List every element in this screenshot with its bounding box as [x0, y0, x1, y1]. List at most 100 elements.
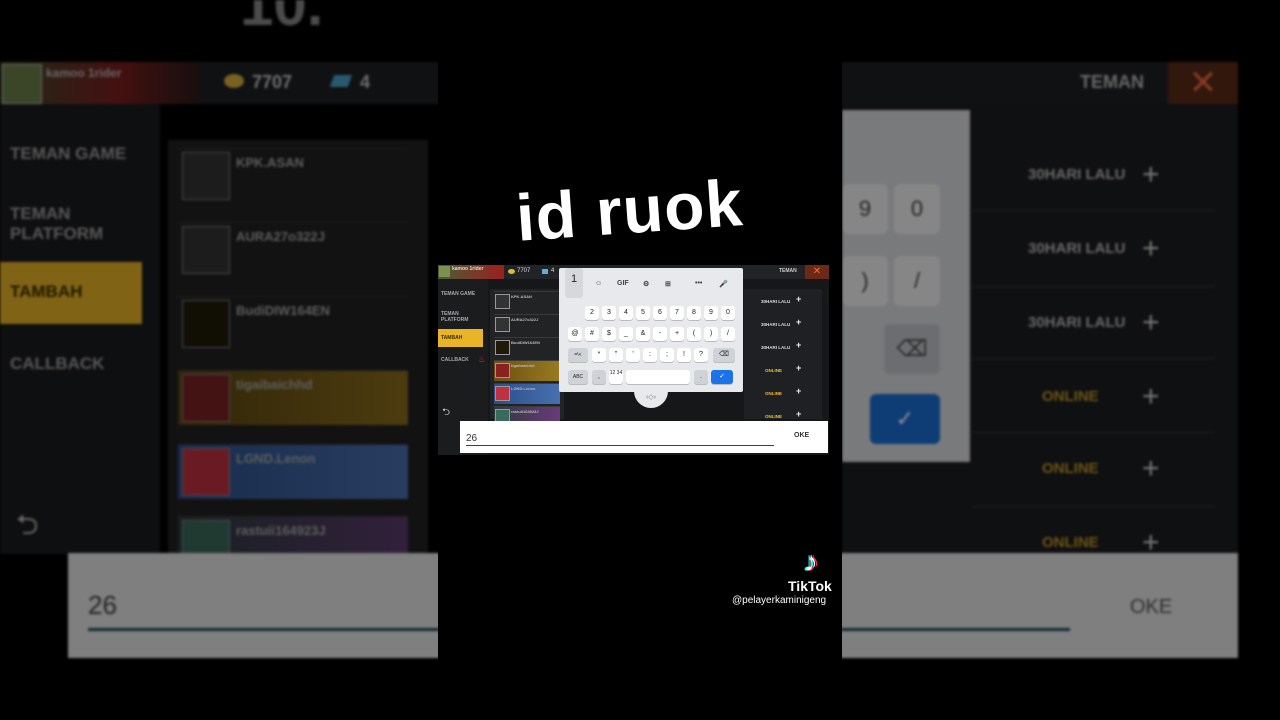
key-8[interactable]: 8	[687, 306, 701, 320]
bg-input-value: 26	[88, 590, 117, 620]
add-friend-button[interactable]: +	[796, 386, 801, 396]
key-5[interactable]: 5	[636, 306, 650, 320]
bg-friend-row: AURA27o322J	[178, 222, 408, 277]
gear-icon[interactable]: ⚙	[643, 280, 649, 288]
enter-check-icon[interactable]: ✓	[711, 370, 733, 384]
friend-status-panel	[744, 289, 822, 419]
bg-close-icon: ✕	[1168, 62, 1238, 104]
fire-icon: ♨	[478, 355, 486, 364]
key-numpad[interactable]: 12 34	[609, 370, 623, 384]
friend-avatar	[495, 363, 510, 378]
bg-friend-avatar	[182, 152, 230, 200]
key-symbols-page[interactable]: =\<	[568, 348, 588, 362]
add-friend-button[interactable]: +	[796, 294, 801, 304]
bg-coin-icon	[224, 74, 244, 88]
friend-row[interactable]: BudiDIW164EN	[494, 337, 560, 358]
bg-friend-name: rastuii164923J	[236, 523, 326, 538]
key-hash[interactable]: #	[585, 327, 599, 341]
bg-backspace-icon: ⌫	[884, 324, 940, 374]
key-exclamation[interactable]: !	[677, 348, 691, 362]
key-colon[interactable]: :	[643, 348, 657, 362]
key-2[interactable]: 2	[585, 306, 599, 320]
key-ampersand[interactable]: &	[636, 327, 650, 341]
add-friend-button[interactable]: +	[796, 363, 801, 373]
sidebar-item-teman-platform[interactable]: TEMAN PLATFORM	[441, 311, 471, 323]
watermark-brand: TikTok	[788, 578, 832, 594]
friend-row[interactable]: LGND.Lenon	[494, 383, 560, 404]
key-paren-close[interactable]: )	[704, 327, 718, 341]
key-at[interactable]: @	[568, 327, 582, 341]
key-question[interactable]: ?	[694, 348, 708, 362]
key-slash[interactable]: /	[721, 327, 735, 341]
add-friend-button[interactable]: +	[796, 340, 801, 350]
key-plus[interactable]: +	[670, 327, 684, 341]
key-paren-open[interactable]: (	[687, 327, 701, 341]
bg-sidebar-item: TAMBAH	[10, 282, 83, 301]
bg-key: 0	[894, 184, 940, 234]
emoji-icon[interactable]: ☺	[595, 280, 602, 287]
back-icon[interactable]: ⮌	[442, 405, 450, 422]
add-friend-button[interactable]: +	[796, 409, 801, 419]
id-input-bar: OKE	[460, 421, 828, 453]
bg-panel-title: TEMAN	[1080, 72, 1144, 92]
friend-id-input[interactable]	[466, 431, 774, 446]
ok-button[interactable]: OKE	[794, 432, 809, 439]
friend-status: 30HARI LALU	[761, 345, 791, 350]
key-3[interactable]: 3	[602, 306, 616, 320]
gif-button[interactable]: GIF	[617, 280, 629, 287]
bg-sidebar-item: TEMAN PLATFORM	[10, 204, 104, 243]
friend-row[interactable]: AURA27o322J	[494, 314, 560, 335]
diamond-icon	[542, 269, 548, 274]
key-minus[interactable]: -	[653, 327, 667, 341]
key-period[interactable]: .	[694, 370, 708, 384]
bg-top-fragment: 10.	[240, 0, 324, 38]
coin-count: 7707	[517, 268, 531, 274]
bg-divider	[972, 358, 1215, 359]
bg-friend-row: LGND.Lenon	[178, 444, 408, 499]
friend-row[interactable]: tigaibaichhd	[494, 360, 560, 381]
key-comma[interactable]: ,	[592, 370, 606, 384]
sidebar-item-callback[interactable]: CALLBACK	[441, 357, 469, 363]
sidebar-item-teman-game[interactable]: TEMAN GAME	[441, 291, 475, 297]
video-frame: id ruok kamoo 1rider 7707 4 TEMAN ✕ TEMA…	[438, 0, 842, 720]
key-preview-popup: 1	[565, 268, 583, 298]
microphone-icon[interactable]: 🎤	[719, 280, 728, 288]
friend-avatar	[495, 386, 510, 401]
bg-friend-status: ONLINE	[1042, 534, 1099, 551]
bg-key: 9	[842, 184, 888, 234]
friend-name: rastuii164923J	[511, 409, 539, 414]
friend-row[interactable]: KPK.ASAN	[494, 291, 560, 312]
key-4[interactable]: 4	[619, 306, 633, 320]
clipboard-icon[interactable]: ⊞	[665, 280, 671, 288]
onscreen-keyboard: ☺ GIF ⚙ ⊞ ••• 🎤 2 3 4 5 6 7 8 9 0 @ # $ …	[559, 268, 743, 392]
bg-coin-value: 7707	[252, 72, 293, 92]
bg-friend-row: BudiDIW164EN	[178, 296, 408, 351]
key-7[interactable]: 7	[670, 306, 684, 320]
bg-friend-name: KPK.ASAN	[236, 155, 304, 170]
bg-enter-icon: ✓	[870, 394, 940, 444]
add-friend-button[interactable]: +	[796, 317, 801, 327]
backspace-icon[interactable]: ⌫	[713, 348, 735, 362]
key-space[interactable]	[626, 370, 690, 384]
key-dollar[interactable]: $	[602, 327, 616, 341]
key-6[interactable]: 6	[653, 306, 667, 320]
bg-gem-value: 4	[360, 72, 371, 92]
friend-status: 30HARI LALU	[761, 322, 791, 327]
key-abc[interactable]: ABC	[568, 370, 588, 384]
bg-player-name: kamoo 1rider	[46, 66, 122, 80]
bg-divider	[972, 210, 1215, 211]
sidebar-item-tambah[interactable]: TAMBAH	[438, 329, 483, 347]
bg-friend-row: tigaibaichhd	[178, 370, 408, 425]
key-0[interactable]: 0	[721, 306, 735, 320]
key-underscore[interactable]: _	[619, 327, 633, 341]
key-apostrophe[interactable]: '	[626, 348, 640, 362]
coin-icon	[508, 269, 515, 274]
close-icon[interactable]: ✕	[805, 265, 829, 279]
key-quote[interactable]: "	[609, 348, 623, 362]
key-semicolon[interactable]: ;	[660, 348, 674, 362]
more-icon[interactable]: •••	[695, 280, 702, 287]
friend-name: AURA27o322J	[511, 317, 539, 322]
tiktok-logo-icon: ♪	[804, 546, 818, 577]
key-asterisk[interactable]: *	[592, 348, 606, 362]
key-9[interactable]: 9	[704, 306, 718, 320]
